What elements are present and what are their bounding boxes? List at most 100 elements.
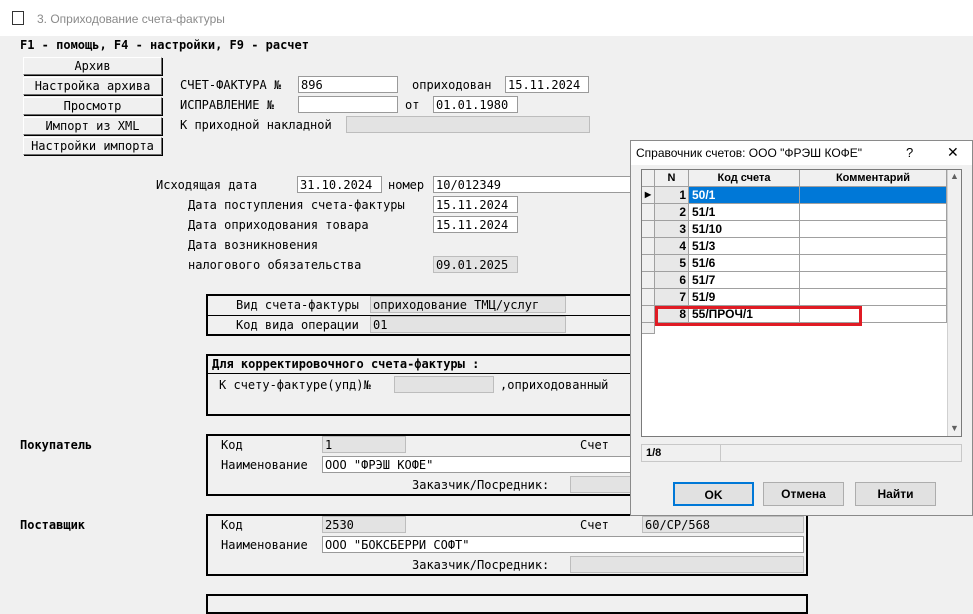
account-row-code[interactable]: 50/1 — [689, 187, 800, 204]
vertical-scrollbar[interactable]: ▲ ▼ — [947, 170, 961, 436]
invoice-number-field[interactable]: 896 — [298, 76, 398, 93]
bottom-group — [206, 594, 808, 614]
row-indicator-empty — [642, 323, 655, 334]
import-xml-button[interactable]: Импорт из XML — [23, 117, 162, 135]
archive-settings-button[interactable]: Настройка архива — [23, 77, 162, 95]
origin-date-label-2: налогового обязательства — [188, 258, 362, 272]
correction-posted-label: ,оприходованный — [500, 378, 609, 392]
grid-status: 1/8 — [641, 444, 962, 462]
row-indicator-header — [642, 170, 655, 187]
row-indicator[interactable] — [642, 238, 655, 255]
correction-to-label: К счету-фактуре(упд)№ — [219, 378, 371, 392]
goods-date-field[interactable]: 15.11.2024 — [433, 216, 518, 233]
account-row-comment[interactable] — [800, 272, 947, 289]
cancel-button[interactable]: Отмена — [763, 482, 844, 506]
account-row-code[interactable]: 51/9 — [689, 289, 800, 306]
scroll-up-icon[interactable]: ▲ — [950, 171, 959, 181]
waybill-field[interactable] — [346, 116, 590, 133]
account-row-n[interactable]: 2 — [655, 204, 689, 221]
scroll-down-icon[interactable]: ▼ — [950, 423, 959, 433]
supplier-name-label: Наименование — [221, 538, 308, 552]
account-row-n[interactable]: 6 — [655, 272, 689, 289]
row-indicator[interactable] — [642, 272, 655, 289]
supplier-code-label: Код — [221, 518, 243, 532]
account-row-n[interactable]: 7 — [655, 289, 689, 306]
buyer-agent-label: Заказчик/Посредник: — [412, 478, 550, 492]
supplier-code-field[interactable]: 2530 — [322, 516, 406, 533]
row-indicator[interactable] — [642, 221, 655, 238]
window-titlebar: 3. Оприходование счета-фактуры — [0, 0, 973, 36]
buyer-name-label: Наименование — [221, 458, 308, 472]
buyer-code-label: Код — [221, 438, 243, 452]
outgoing-date-field[interactable]: 31.10.2024 — [297, 176, 382, 193]
row-indicator[interactable] — [642, 204, 655, 221]
account-row-comment[interactable] — [800, 221, 947, 238]
supplier-agent-field[interactable] — [570, 556, 804, 573]
account-row-comment[interactable] — [800, 255, 947, 272]
buyer-code-field[interactable]: 1 — [322, 436, 406, 453]
operation-code-field[interactable]: 01 — [370, 316, 566, 333]
row-indicator[interactable] — [642, 255, 655, 272]
dialog-titlebar: Справочник счетов: ООО "ФРЭШ КОФЕ" ? ✕ — [631, 141, 972, 165]
correction-to-field[interactable] — [394, 376, 494, 393]
hotkeys-hint: F1 - помощь, F4 - настройки, F9 - расчет — [20, 38, 309, 52]
account-row-comment[interactable] — [800, 204, 947, 221]
account-row-code[interactable]: 51/6 — [689, 255, 800, 272]
account-row-n[interactable]: 1 — [655, 187, 689, 204]
column-header-comment[interactable]: Комментарий — [800, 170, 947, 187]
invoice-type-label: Вид счета-фактуры — [236, 298, 359, 312]
origin-date-label-1: Дата возникновения — [188, 238, 319, 252]
operation-code-label: Код вида операции — [236, 318, 359, 332]
supplier-account-label: Счет — [580, 518, 609, 532]
supplier-account-field[interactable]: 60/СР/568 — [642, 516, 804, 533]
account-row-code[interactable]: 51/3 — [689, 238, 800, 255]
account-row-n[interactable]: 4 — [655, 238, 689, 255]
outgoing-number-field[interactable]: 10/012349 — [433, 176, 631, 193]
account-row-code[interactable]: 51/7 — [689, 272, 800, 289]
account-row-n[interactable]: 5 — [655, 255, 689, 272]
received-date-label: Дата поступления счета-фактуры — [188, 198, 405, 212]
waybill-label: К приходной накладной — [180, 118, 332, 132]
window-title: 3. Оприходование счета-фактуры — [37, 12, 225, 26]
outgoing-number-label: номер — [388, 178, 425, 192]
column-header-n[interactable]: N — [655, 170, 689, 187]
import-settings-button[interactable]: Настройки импорта — [23, 137, 162, 155]
dialog-title: Справочник счетов: ООО "ФРЭШ КОФЕ" — [636, 146, 863, 160]
row-indicator[interactable]: ▶ — [642, 187, 655, 204]
invoice-number-label: СЧЕТ-ФАКТУРА № — [180, 78, 282, 92]
row-indicator[interactable] — [642, 306, 655, 323]
posted-label: оприходован — [412, 78, 492, 92]
supplier-section-label: Поставщик — [20, 518, 86, 532]
account-row-code[interactable]: 51/10 — [689, 221, 800, 238]
correction-number-field[interactable] — [298, 96, 398, 113]
row-indicator[interactable] — [642, 289, 655, 306]
archive-button[interactable]: Архив — [23, 57, 162, 75]
account-row-comment[interactable] — [800, 238, 947, 255]
account-row-comment[interactable] — [800, 289, 947, 306]
ok-button[interactable]: OK — [673, 482, 754, 506]
column-header-code[interactable]: Код счета — [689, 170, 800, 187]
record-counter: 1/8 — [646, 447, 662, 459]
correction-date-field[interactable]: 01.01.1980 — [433, 96, 518, 113]
accounts-grid[interactable]: N Код счета Комментарий ▶ 1 50/1 2 51/1 3 51/1… — [641, 169, 962, 437]
buyer-account-label: Счет — [580, 438, 609, 452]
origin-date-field[interactable]: 09.01.2025 — [433, 256, 518, 273]
account-row-n[interactable]: 3 — [655, 221, 689, 238]
buyer-name-field[interactable]: ООО "ФРЭШ КОФЕ" — [322, 456, 632, 473]
invoice-type-field[interactable]: оприходование ТМЦ/услуг — [370, 296, 566, 313]
account-row-comment[interactable] — [800, 187, 947, 204]
buyer-agent-field[interactable] — [570, 476, 632, 493]
preview-button[interactable]: Просмотр — [23, 97, 162, 115]
find-button[interactable]: Найти — [855, 482, 936, 506]
account-row-code[interactable]: 51/1 — [689, 204, 800, 221]
posted-date-field[interactable]: 15.11.2024 — [505, 76, 589, 93]
outgoing-date-label: Исходящая дата — [156, 178, 258, 192]
close-icon[interactable]: ✕ — [947, 144, 959, 161]
from-label: от — [405, 98, 420, 112]
received-date-field[interactable]: 15.11.2024 — [433, 196, 518, 213]
supplier-name-field[interactable]: ООО "БОКСБЕРРИ СОФТ" — [322, 536, 804, 553]
supplier-agent-label: Заказчик/Посредник: — [412, 558, 550, 572]
buyer-section-label: Покупатель — [20, 438, 93, 452]
help-button[interactable]: ? — [906, 145, 913, 160]
row-highlight-frame — [655, 306, 862, 326]
